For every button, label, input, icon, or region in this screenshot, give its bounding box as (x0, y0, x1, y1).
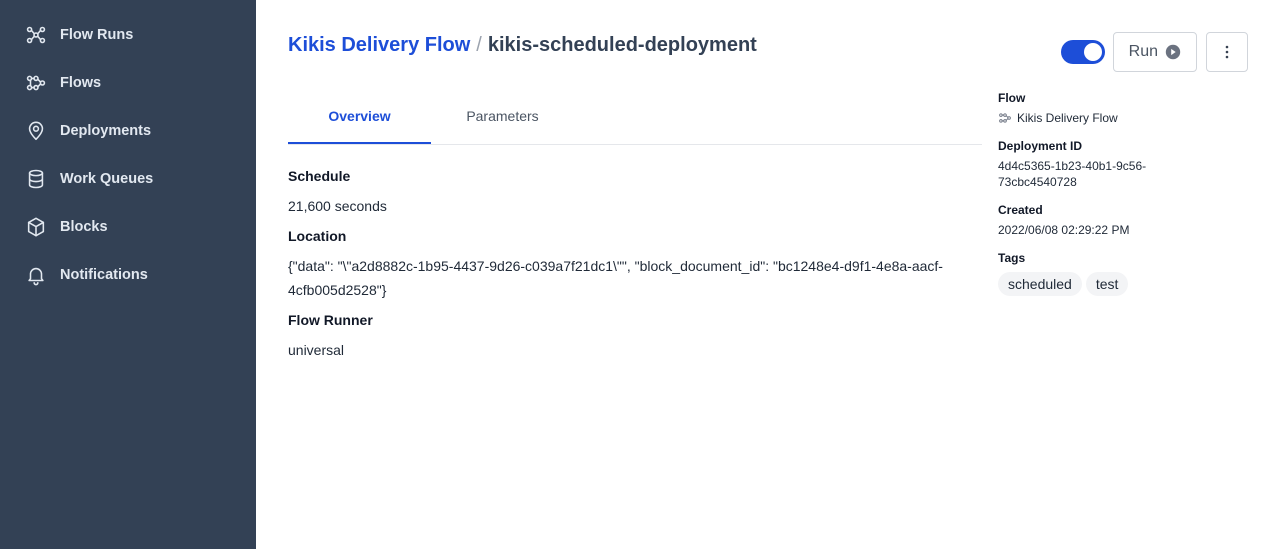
flow-value[interactable]: Kikis Delivery Flow (998, 110, 1198, 126)
sidebar-item-work-queues[interactable]: Work Queues (0, 155, 256, 203)
deployment-id-label: Deployment ID (998, 139, 1083, 153)
run-button[interactable]: Run (1112, 32, 1197, 72)
database-icon (24, 167, 48, 191)
flow-runner-value: universal (288, 342, 345, 358)
sidebar-item-label: Flow Runs (60, 27, 134, 43)
bell-icon (24, 263, 48, 287)
cube-icon (24, 215, 48, 239)
sidebar-item-label: Deployments (60, 123, 152, 139)
sidebar-item-label: Work Queues (60, 171, 154, 187)
created-value: 2022/06/08 02:29:22 PM (998, 223, 1130, 237)
location-label: Location (288, 228, 347, 244)
breadcrumb-flow-link[interactable]: Kikis Delivery Flow (288, 34, 470, 56)
sidebar-item-label: Flows (60, 75, 102, 91)
main-content: Kikis Delivery Flow / kikis-scheduled-depl… (256, 0, 1280, 549)
sidebar-item-flow-runs[interactable]: Flow Runs (0, 11, 256, 59)
sidebar: Flow Runs Flows Deployments Work Queues … (0, 0, 256, 549)
overview-panel: Schedule 21,600 seconds Location {"data"… (288, 166, 982, 370)
created-label: Created (998, 203, 1043, 217)
tag-chip: test (1085, 272, 1129, 296)
schedule-toggle[interactable] (1060, 40, 1105, 64)
tab-overview[interactable]: Overview (288, 96, 431, 144)
sidebar-item-blocks[interactable]: Blocks (0, 203, 256, 251)
sidebar-item-notifications[interactable]: Notifications (0, 251, 256, 299)
tags-label: Tags (998, 251, 1026, 265)
tag-list: scheduled test (998, 272, 1198, 296)
tab-bar: Overview Parameters (288, 96, 982, 145)
tag-chip: scheduled (998, 272, 1082, 296)
play-circle-icon (1165, 44, 1181, 60)
location-pin-icon (24, 119, 48, 143)
sidebar-item-flows[interactable]: Flows (0, 59, 256, 107)
details-panel: Flow Kikis Delivery Flow Deployment ID 4… (998, 90, 1198, 296)
location-value: {"data": "\"a2d8882c-1b95-4437-9d26-c039… (288, 258, 943, 298)
flow-runs-icon (24, 23, 48, 47)
sidebar-item-deployments[interactable]: Deployments (0, 107, 256, 155)
page-title: kikis-scheduled-deployment (487, 34, 757, 56)
run-button-label: Run (1128, 43, 1158, 60)
tab-parameters[interactable]: Parameters (431, 96, 574, 144)
more-options-button[interactable] (1206, 32, 1248, 72)
deployment-id-value: 4d4c5365-1b23-40b1-9c56-73cbc4540728 (998, 159, 1147, 189)
flow-label: Flow (998, 91, 1026, 105)
sidebar-item-label: Notifications (60, 267, 148, 283)
vertical-ellipsis-icon (1225, 45, 1229, 59)
schedule-value: 21,600 seconds (288, 198, 387, 214)
breadcrumb-separator: / (476, 34, 482, 56)
flow-name: Kikis Delivery Flow (1017, 111, 1118, 125)
sidebar-item-label: Blocks (60, 219, 108, 235)
header-actions: Run (1060, 32, 1248, 72)
breadcrumb: Kikis Delivery Flow / kikis-scheduled-depl… (288, 34, 757, 57)
toggle-knob (1083, 43, 1102, 61)
flow-icon (999, 113, 1011, 123)
flow-runner-label: Flow Runner (288, 312, 373, 328)
flows-icon (24, 71, 48, 95)
schedule-label: Schedule (288, 168, 351, 184)
